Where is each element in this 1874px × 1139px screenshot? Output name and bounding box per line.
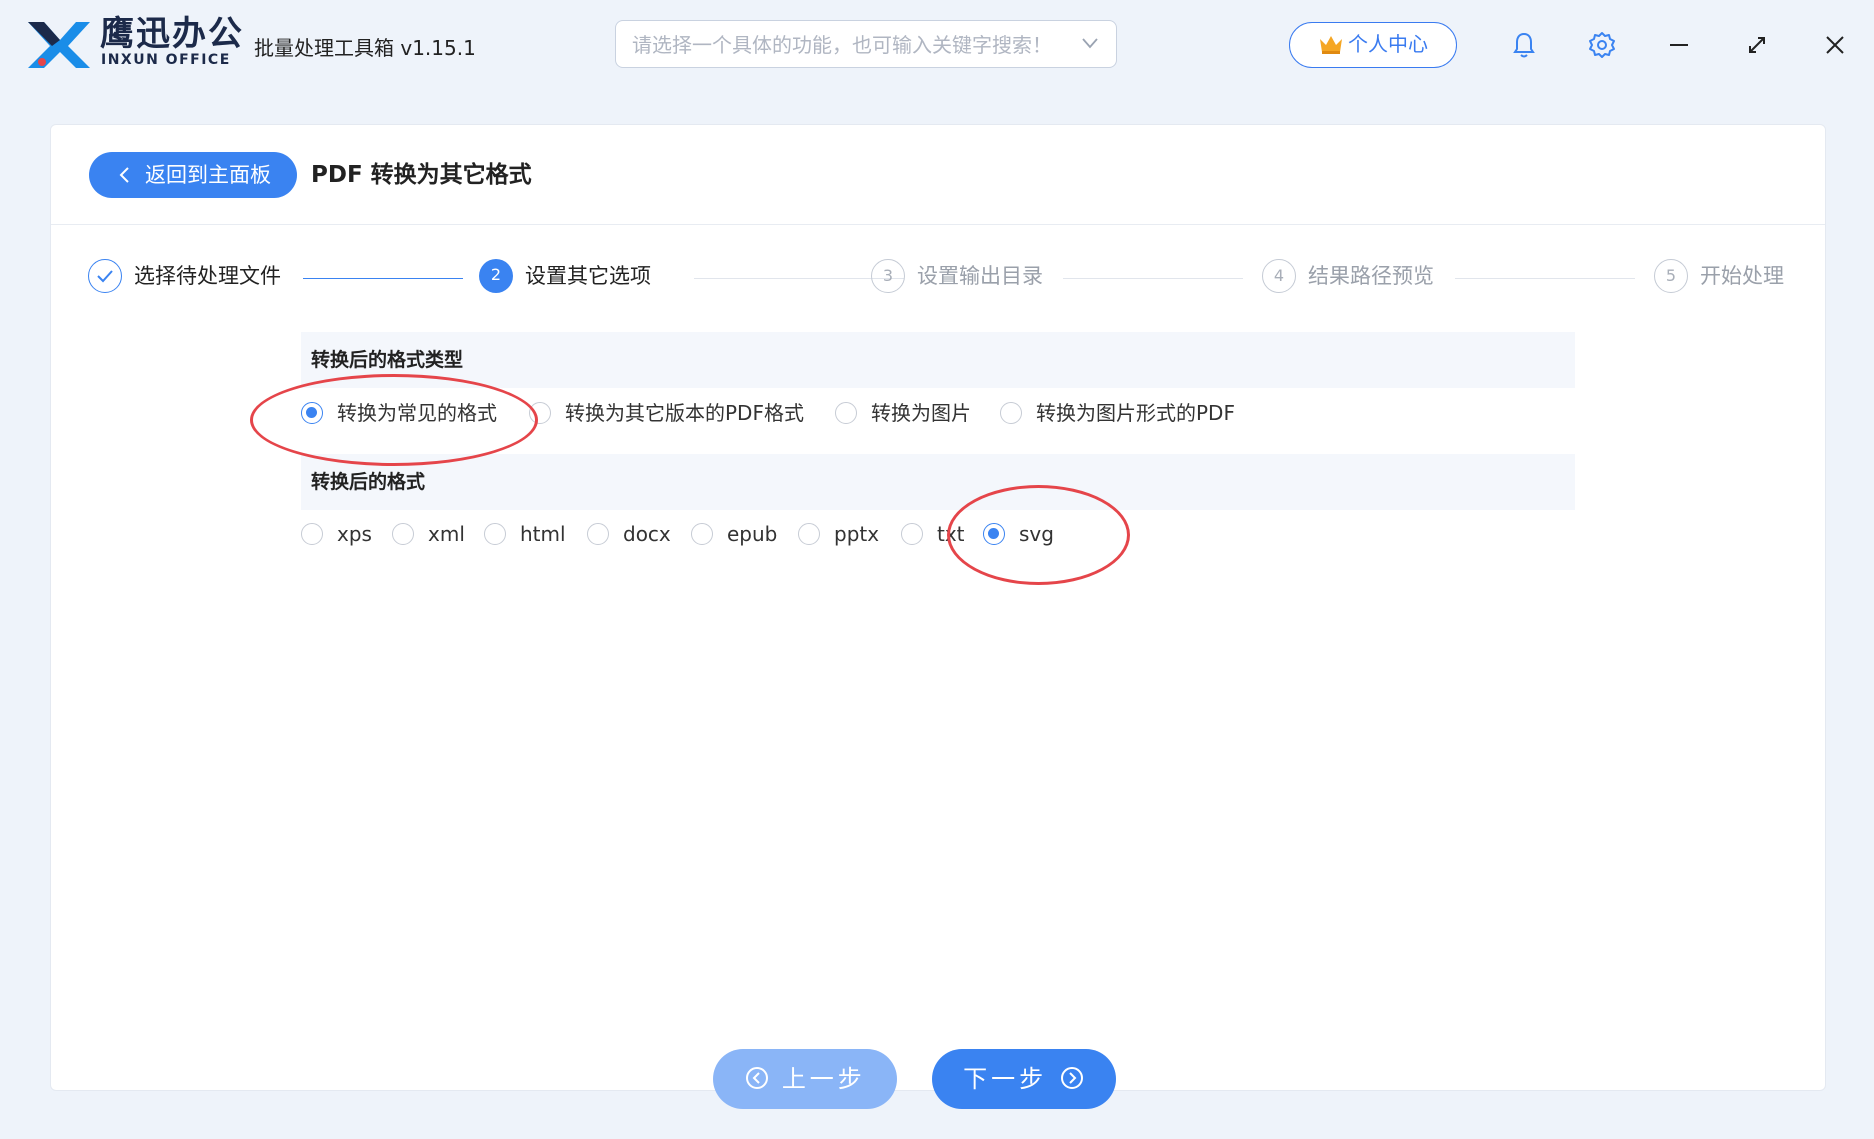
header-divider	[51, 224, 1825, 225]
radio-indicator[interactable]	[691, 523, 713, 545]
step-number: 3	[871, 259, 905, 293]
radio-indicator[interactable]	[1000, 402, 1022, 424]
step-label: 结果路径预览	[1308, 264, 1434, 288]
step-connector	[1455, 278, 1635, 279]
radio-label[interactable]: 转换为图片	[871, 398, 971, 428]
user-center-button[interactable]: 个人中心	[1289, 22, 1457, 68]
user-center-label: 个人中心	[1348, 32, 1428, 56]
app-title: 批量处理工具箱 v1.15.1	[254, 36, 476, 60]
search-input[interactable]	[630, 29, 1064, 61]
radio-label[interactable]: svg	[1019, 519, 1054, 549]
check-icon	[97, 270, 113, 283]
radio-indicator[interactable]	[587, 523, 609, 545]
app-window: 鹰迅办公 INXUN OFFICE 批量处理工具箱 v1.15.1 个人中心	[0, 0, 1874, 1139]
radio-indicator[interactable]	[301, 402, 323, 424]
brand-name: 鹰迅办公	[100, 14, 244, 54]
radio-label[interactable]: xml	[428, 519, 465, 549]
format-type-section-title: 转换后的格式类型	[301, 332, 1575, 388]
radio-indicator[interactable]	[484, 523, 506, 545]
radio-label[interactable]: epub	[727, 519, 777, 549]
step-number: 4	[1262, 259, 1296, 293]
step-label: 设置输出目录	[917, 264, 1043, 288]
title-bar: 鹰迅办公 INXUN OFFICE 批量处理工具箱 v1.15.1 个人中心	[0, 0, 1874, 90]
radio-label[interactable]: 转换为图片形式的PDF	[1036, 398, 1235, 428]
back-button-label: 返回到主面板	[145, 163, 271, 187]
radio-indicator[interactable]	[392, 523, 414, 545]
radio-label[interactable]: 转换为其它版本的PDF格式	[565, 398, 804, 428]
inxun-logo-icon	[28, 22, 90, 68]
close-icon[interactable]	[1818, 28, 1852, 62]
output-format-section-title: 转换后的格式	[301, 454, 1575, 510]
step-label: 设置其它选项	[525, 264, 651, 288]
radio-indicator[interactable]	[901, 523, 923, 545]
previous-step-label: 上一步	[781, 1065, 866, 1093]
gear-icon[interactable]	[1585, 28, 1619, 62]
step-done-indicator	[88, 259, 122, 293]
crown-icon	[1320, 35, 1342, 54]
chevron-down-icon[interactable]	[1080, 33, 1100, 53]
circle-chevron-right-icon	[1060, 1066, 1083, 1089]
step-label: 开始处理	[1700, 264, 1784, 288]
search-box[interactable]	[615, 20, 1117, 68]
radio-label[interactable]: txt	[937, 519, 965, 549]
radio-indicator[interactable]	[529, 402, 551, 424]
step-number: 5	[1654, 259, 1688, 293]
radio-indicator[interactable]	[983, 523, 1005, 545]
page-title: PDF 转换为其它格式	[311, 162, 532, 188]
radio-indicator[interactable]	[835, 402, 857, 424]
chevron-left-icon	[119, 167, 129, 183]
back-to-dashboard-button[interactable]: 返回到主面板	[89, 152, 297, 198]
radio-indicator[interactable]	[798, 523, 820, 545]
step-label: 选择待处理文件	[134, 264, 281, 288]
radio-label[interactable]: docx	[623, 519, 671, 549]
main-panel: 返回到主面板 PDF 转换为其它格式 选择待处理文件 2 设置其它选项 3 设置…	[50, 124, 1826, 1109]
maximize-icon[interactable]	[1740, 28, 1774, 62]
next-step-label: 下一步	[963, 1065, 1048, 1093]
bell-icon[interactable]	[1507, 28, 1541, 62]
minimize-icon[interactable]	[1662, 28, 1696, 62]
step-number: 2	[479, 259, 513, 293]
radio-label[interactable]: pptx	[834, 519, 879, 549]
radio-indicator[interactable]	[301, 523, 323, 545]
circle-chevron-left-icon	[746, 1066, 769, 1089]
brand-subtitle: INXUN OFFICE	[101, 52, 231, 68]
radio-label[interactable]: 转换为常见的格式	[337, 398, 497, 428]
step-connector	[1063, 278, 1243, 279]
radio-label[interactable]: html	[520, 519, 566, 549]
next-step-button[interactable]: 下一步	[932, 1049, 1116, 1109]
step-connector	[303, 278, 463, 279]
previous-step-button[interactable]: 上一步	[713, 1049, 897, 1109]
radio-label[interactable]: xps	[337, 519, 372, 549]
